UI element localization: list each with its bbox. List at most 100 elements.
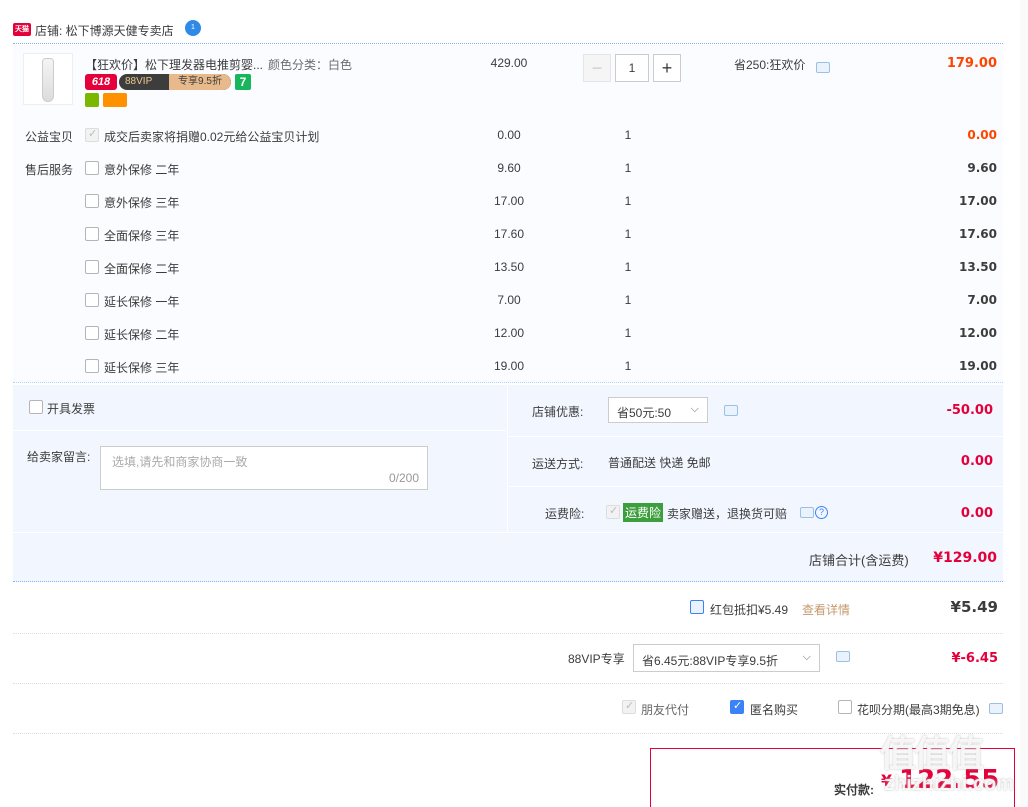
after-sale-price: 9.60 bbox=[497, 161, 521, 175]
increase-button[interactable]: + bbox=[653, 54, 681, 82]
vip-badge-right: 专享9.5折 bbox=[169, 74, 231, 90]
order-extra-panel: 开具发票 给卖家留言: 选填,请先和商家协商一致 0/200 店铺优惠: 省50… bbox=[13, 385, 1003, 582]
product-thumbnail[interactable] bbox=[23, 53, 73, 105]
after-sale-checkbox[interactable] bbox=[85, 161, 99, 175]
anonymous-checkbox[interactable] bbox=[730, 699, 744, 714]
item-subtotal: 179.00 bbox=[946, 56, 997, 71]
after-sale-sum: 12.00 bbox=[959, 326, 997, 340]
divider bbox=[13, 532, 1003, 533]
seven-day-return-icon: 7 bbox=[235, 74, 251, 90]
after-sale-name: 全面保修 二年 bbox=[104, 262, 180, 276]
after-sale-checkbox[interactable] bbox=[85, 260, 99, 274]
red-packet-amount: ¥5.49 bbox=[950, 598, 998, 616]
charity-row: 成交后卖家将捐赠0.02元给公益宝贝计划 0.00 1 0.00 bbox=[13, 125, 1003, 145]
after-sale-sum: 17.60 bbox=[959, 227, 997, 241]
card-payment-icon bbox=[103, 93, 127, 107]
message-count: 0/200 bbox=[388, 471, 419, 485]
huabei-info-icon[interactable] bbox=[989, 703, 1003, 714]
after-sale-name: 全面保修 三年 bbox=[104, 229, 180, 243]
divider bbox=[13, 683, 1003, 684]
after-sale-name: 延长保修 二年 bbox=[104, 328, 180, 342]
after-sale-checkbox[interactable] bbox=[85, 227, 99, 241]
insurance-label: 运费险: bbox=[545, 507, 585, 521]
wangwang-chat-icon[interactable]: 1 bbox=[185, 20, 201, 36]
invoice-checkbox[interactable] bbox=[29, 400, 43, 414]
shipping-value: 普通配送 快递 免邮 bbox=[608, 456, 711, 470]
friend-pay-label: 朋友代付 bbox=[641, 703, 690, 717]
shop-name-link[interactable]: 店铺: 松下博源天健专卖店 bbox=[35, 22, 174, 39]
shop-discount-amount: -50.00 bbox=[946, 403, 993, 418]
vip-discount-select[interactable]: 省6.45元:88VIP专享9.5折 ⌵ bbox=[633, 644, 820, 672]
after-sale-qty: 1 bbox=[624, 260, 632, 274]
after-sale-sum: 9.60 bbox=[967, 161, 997, 175]
divider bbox=[509, 436, 1003, 437]
quantity-input[interactable]: 1 bbox=[615, 54, 649, 82]
red-packet-checkbox[interactable] bbox=[690, 600, 704, 614]
divider bbox=[13, 430, 506, 431]
after-sale-checkbox[interactable] bbox=[85, 326, 99, 340]
chevron-down-icon: ⌵ bbox=[802, 651, 811, 663]
decrease-button[interactable]: − bbox=[583, 54, 611, 82]
insurance-tag: 运费险 bbox=[623, 503, 664, 522]
unit-price: 429.00 bbox=[490, 56, 528, 70]
after-sale-row: 延长保修 二年 12.00 1 12.00 bbox=[13, 323, 1003, 343]
vip-label: 88VIP专享 bbox=[568, 652, 625, 666]
promo-info-icon[interactable] bbox=[816, 62, 830, 73]
anonymous-label: 匿名购买 bbox=[750, 703, 799, 717]
after-sale-row: 延长保修 三年 19.00 1 19.00 bbox=[13, 356, 1003, 376]
divider bbox=[13, 633, 1003, 634]
vip-discount-value: 省6.45元:88VIP专享9.5折 bbox=[642, 654, 779, 668]
divider bbox=[509, 486, 1003, 487]
tag-618-icon: 618 bbox=[85, 74, 117, 90]
help-icon[interactable]: ? bbox=[815, 506, 828, 519]
red-packet-details-link[interactable]: 查看详情 bbox=[802, 601, 850, 618]
friend-pay-checkbox bbox=[622, 699, 636, 714]
shop-discount-select[interactable]: 省50元:50 ⌵ bbox=[608, 397, 708, 423]
after-sale-price: 7.00 bbox=[497, 293, 521, 307]
after-sale-price: 13.50 bbox=[493, 260, 525, 274]
vip-badge-left: 88VIP bbox=[125, 76, 153, 87]
insurance-checkbox bbox=[606, 504, 620, 519]
after-sale-checkbox[interactable] bbox=[85, 194, 99, 208]
after-sale-checkbox[interactable] bbox=[85, 293, 99, 307]
huabei-checkbox[interactable] bbox=[838, 700, 852, 714]
after-sale-sum: 17.00 bbox=[959, 194, 997, 208]
after-sale-qty: 1 bbox=[624, 293, 632, 307]
after-sale-row: 意外保修 二年 9.60 1 9.60 bbox=[13, 158, 1003, 178]
product-title-link[interactable]: 【狂欢价】松下理发器电推剪婴... bbox=[85, 56, 265, 73]
shop-header: 天猫 店铺: 松下博源天健专卖店 1 bbox=[13, 18, 1003, 44]
after-sale-price: 19.00 bbox=[493, 359, 525, 373]
after-sale-name: 延长保修 三年 bbox=[104, 361, 180, 375]
watermark-sub: zhizhizhi.com bbox=[884, 773, 1014, 795]
shop-total-amount: ¥129.00 bbox=[933, 550, 997, 566]
site-watermark: 值值值 zhizhizhi.com bbox=[880, 725, 1020, 805]
after-sale-row: 意外保修 三年 17.00 1 17.00 bbox=[13, 191, 1003, 211]
page-scrollbar[interactable] bbox=[1020, 0, 1028, 807]
discount-info-icon[interactable] bbox=[724, 405, 738, 416]
chevron-down-icon: ⌵ bbox=[690, 403, 699, 415]
vip-amount: ¥-6.45 bbox=[951, 651, 998, 666]
message-textarea[interactable]: 选填,请先和商家协商一致 0/200 bbox=[100, 446, 428, 490]
promo-text: 省250:狂欢价 bbox=[734, 58, 806, 72]
after-sale-row: 全面保修 三年 17.60 1 17.60 bbox=[13, 224, 1003, 244]
message-placeholder: 选填,请先和商家协商一致 bbox=[112, 455, 248, 469]
shop-discount-value: 省50元:50 bbox=[617, 406, 672, 420]
vip-discount-badge: 88VIP 专享9.5折 bbox=[119, 74, 231, 90]
after-sale-qty: 1 bbox=[624, 359, 632, 373]
after-sale-name: 意外保修 三年 bbox=[104, 196, 180, 210]
after-sale-sum: 19.00 bbox=[959, 359, 997, 373]
charity-sum: 0.00 bbox=[967, 128, 997, 142]
after-sale-qty: 1 bbox=[624, 194, 632, 208]
after-sale-name: 意外保修 二年 bbox=[104, 163, 180, 177]
insurance-amount: 0.00 bbox=[960, 506, 993, 521]
charity-qty: 1 bbox=[624, 128, 632, 142]
insurance-info-icon[interactable] bbox=[800, 507, 814, 518]
extra-left: 开具发票 给卖家留言: 选填,请先和商家协商一致 0/200 bbox=[13, 385, 506, 532]
after-sale-qty: 1 bbox=[624, 227, 632, 241]
after-sale-qty: 1 bbox=[624, 326, 632, 340]
vip-info-icon[interactable] bbox=[836, 651, 850, 662]
after-sale-checkbox[interactable] bbox=[85, 359, 99, 373]
message-label: 给卖家留言: bbox=[27, 450, 91, 464]
charity-price: 0.00 bbox=[497, 128, 521, 142]
divider bbox=[507, 385, 508, 532]
